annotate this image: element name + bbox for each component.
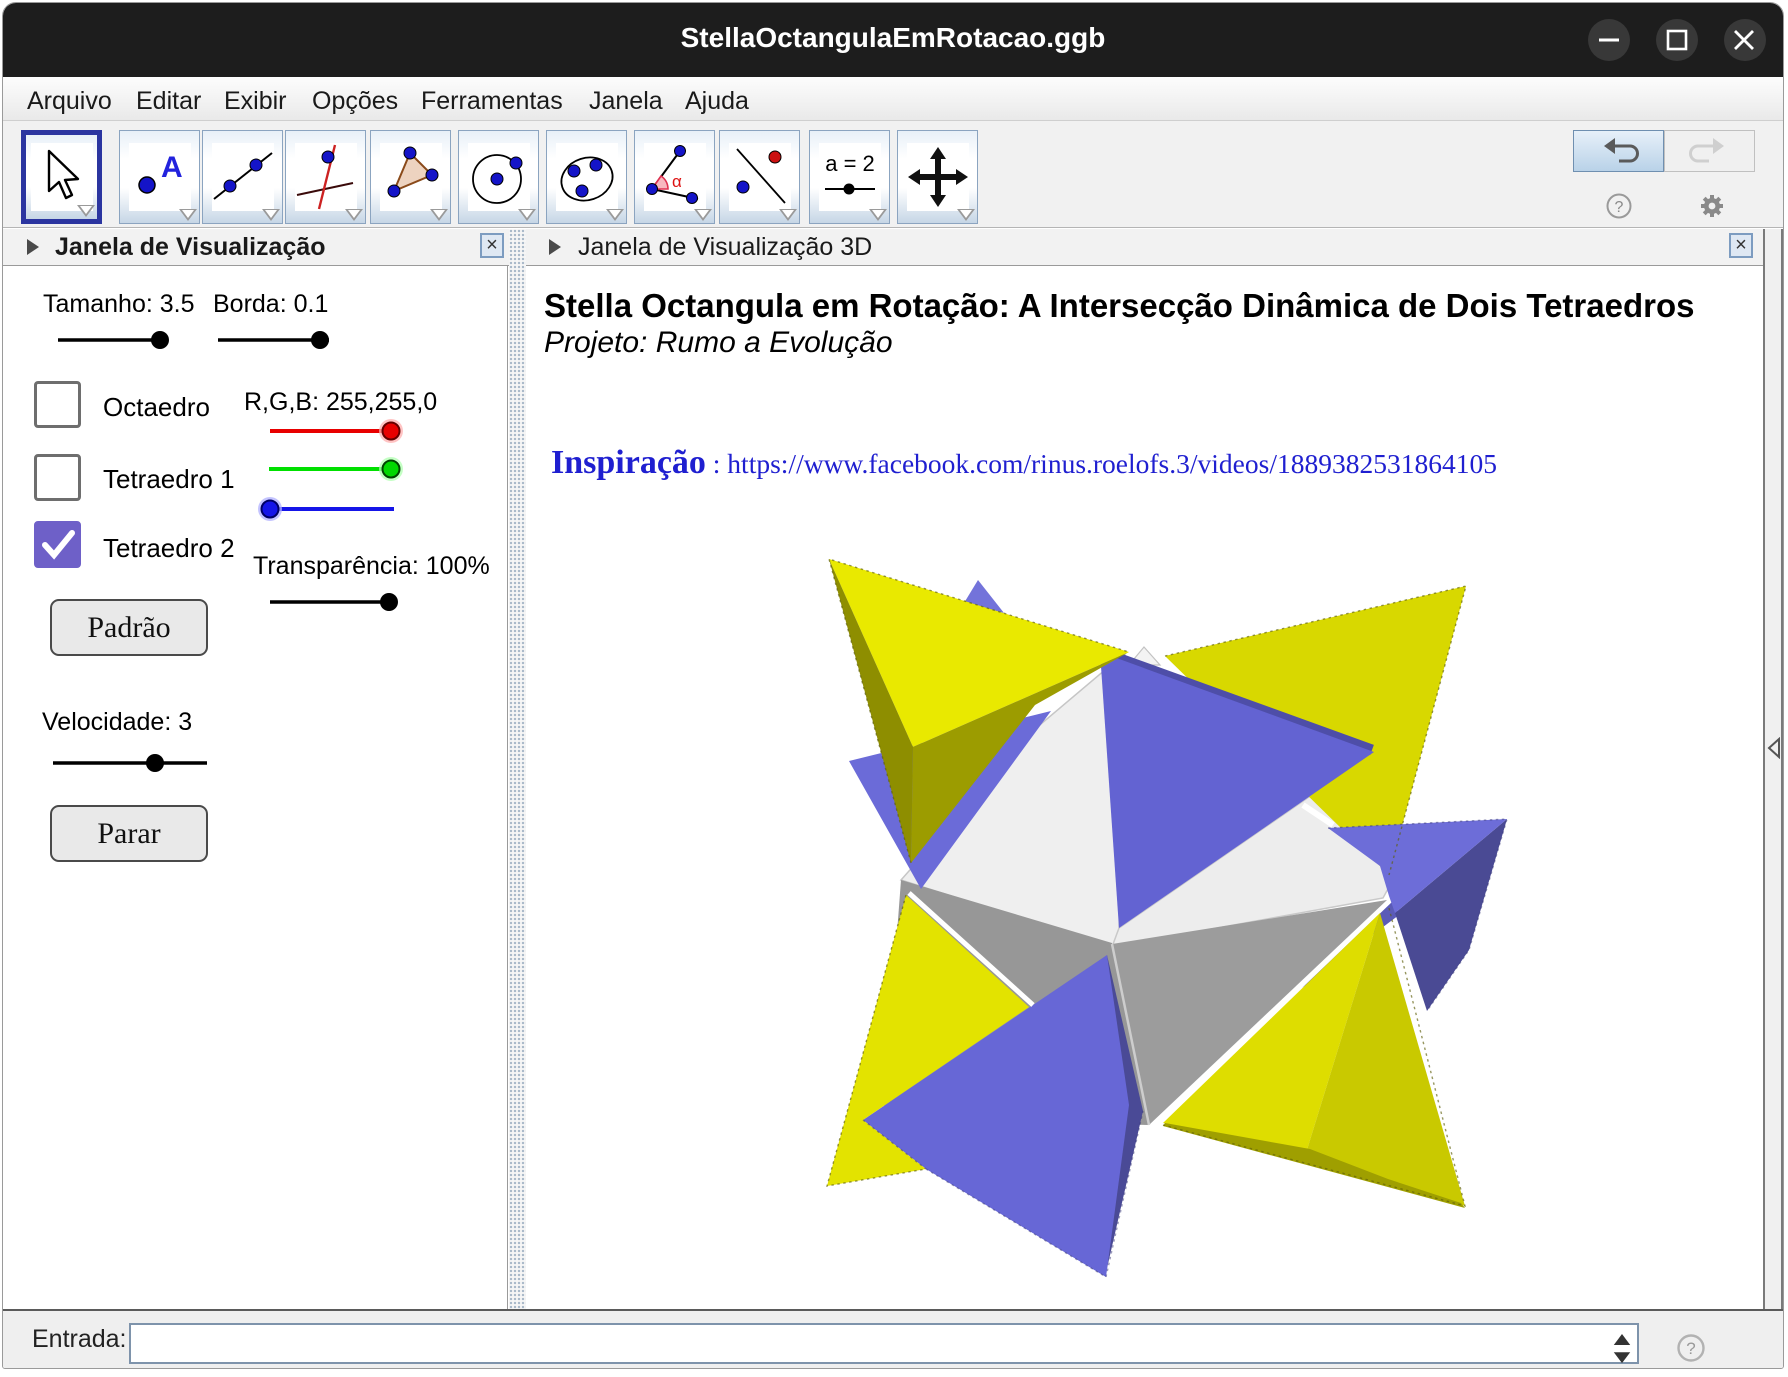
svg-text:?: ? xyxy=(1615,199,1624,216)
svg-text:a = 2: a = 2 xyxy=(825,151,875,176)
svg-text:?: ? xyxy=(1686,1339,1695,1358)
svg-text:A: A xyxy=(161,151,183,184)
svg-text:α: α xyxy=(672,172,682,191)
